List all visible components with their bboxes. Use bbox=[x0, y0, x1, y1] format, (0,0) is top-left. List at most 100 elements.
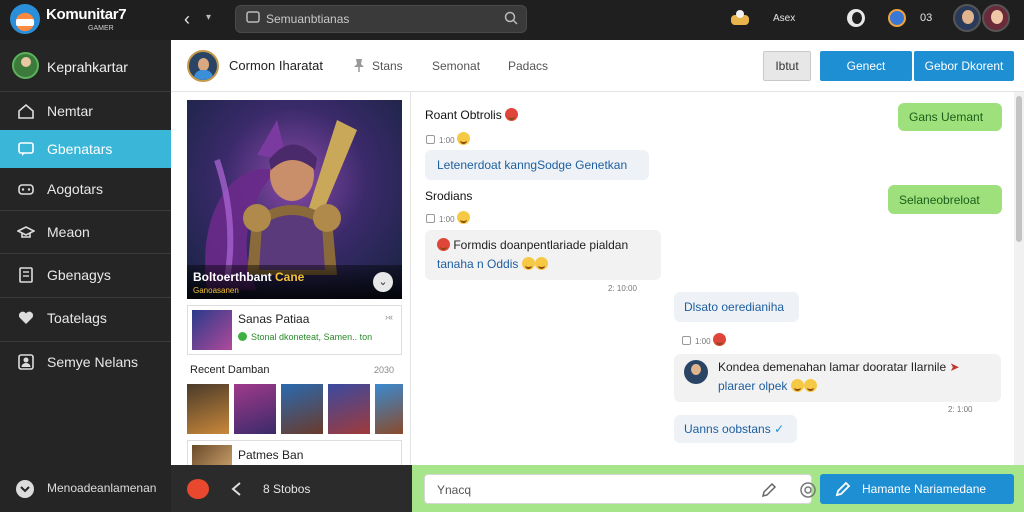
hero-caption: Boltoerthbant Cane Ganoasanen ⌄ bbox=[187, 265, 402, 299]
hat-icon bbox=[17, 226, 35, 238]
pencil-icon[interactable] bbox=[760, 481, 778, 499]
search-input[interactable]: Semuanbtianas bbox=[266, 12, 349, 26]
sidebar-item-label: Toatelags bbox=[47, 310, 107, 326]
back-icon[interactable]: ‹ bbox=[184, 9, 190, 30]
emoji-icon bbox=[456, 211, 470, 224]
emoji-icon bbox=[505, 108, 519, 121]
message-text: Selaneobreloat bbox=[899, 193, 980, 207]
shield-icon[interactable] bbox=[888, 9, 906, 27]
game-thumbnail[interactable] bbox=[187, 384, 229, 434]
user-icon bbox=[18, 354, 34, 370]
emoji-icon bbox=[456, 132, 470, 145]
media-panel: Boltoerthbant Cane Ganoasanen ⌄ Sanas Pa… bbox=[171, 92, 411, 469]
undo-icon[interactable] bbox=[228, 480, 244, 498]
chat-messages: Roant Obtrolis 1:00 Letenerdoat kanngSod… bbox=[412, 92, 1012, 465]
message-meta: 1:00 bbox=[682, 333, 726, 346]
message-bubble[interactable]: Dlsato oeredianiha bbox=[674, 292, 799, 322]
sidebar-item-label: Semye Nelans bbox=[47, 354, 139, 370]
secondary-button[interactable]: Ibtut bbox=[763, 51, 811, 81]
sidebar-item-semye-nelans[interactable]: Semye Nelans bbox=[0, 343, 171, 381]
thumbnail-strip bbox=[187, 384, 405, 434]
brand-name: Komunitar7 bbox=[46, 6, 127, 23]
message-text: tanaha n Oddis bbox=[437, 257, 548, 271]
search-bar[interactable]: Semuanbtianas bbox=[235, 5, 527, 33]
hero-subtitle: Ganoasanen bbox=[193, 286, 239, 295]
sidebar-item-toatelags[interactable]: Toatelags bbox=[0, 299, 171, 337]
heart-icon bbox=[18, 311, 34, 324]
app-logo[interactable] bbox=[10, 4, 40, 34]
sidebar-item-nemtar[interactable]: Nemtar bbox=[0, 92, 171, 130]
sticker-icon[interactable] bbox=[187, 479, 209, 499]
list-icon bbox=[19, 267, 33, 283]
message-sender: Roant Obtrolis bbox=[425, 108, 519, 122]
card-side-label: ›« bbox=[384, 312, 393, 322]
message-text: Gans Uemant bbox=[909, 110, 984, 124]
chat-header: Cormon Iharatat Stans Semonat Padacs Ibt… bbox=[171, 40, 1024, 92]
message-bubble[interactable]: Letenerdoat kanngSodge Genetkan bbox=[425, 150, 649, 180]
game-thumbnail[interactable] bbox=[375, 384, 403, 434]
game-thumbnail[interactable] bbox=[281, 384, 323, 434]
moon-icon[interactable] bbox=[847, 9, 865, 27]
sidebar-item-label: Meaon bbox=[47, 224, 90, 240]
connect-button[interactable]: Genect bbox=[820, 51, 912, 81]
sidebar-item-gbenatars[interactable]: Gbenatars bbox=[0, 130, 171, 168]
clock-icon bbox=[682, 336, 691, 345]
tab-stans[interactable]: Stans bbox=[372, 59, 403, 73]
sidebar-item-gbenagys[interactable]: Gbenagys bbox=[0, 256, 171, 294]
sidebar-item-label: Aogotars bbox=[47, 181, 104, 197]
game-thumbnail[interactable] bbox=[234, 384, 276, 434]
message-meta: 1:00 bbox=[426, 132, 470, 145]
avatar bbox=[12, 52, 39, 79]
sidebar-bottom-link[interactable]: Menoadeanlamenan bbox=[0, 464, 171, 512]
tab-padacs[interactable]: Padacs bbox=[508, 59, 548, 73]
avatar[interactable] bbox=[187, 50, 219, 82]
emoji-icon bbox=[803, 379, 817, 392]
section-title: Recent Damban bbox=[190, 364, 270, 376]
message-text: Formdis doanpentlariade pialdan bbox=[437, 238, 628, 252]
message-bubble[interactable]: Uanns oobstans ✓ bbox=[674, 415, 797, 443]
controller-icon bbox=[18, 184, 34, 195]
chat-scrollbar[interactable] bbox=[1014, 92, 1024, 465]
sidebar-item-label: Nemtar bbox=[47, 103, 93, 119]
primary-action-button[interactable]: Gebor Dkorent bbox=[914, 51, 1014, 81]
sidebar-item-aogotars[interactable]: Aogotars bbox=[0, 170, 171, 208]
game-controller-icon[interactable] bbox=[730, 9, 750, 27]
pin-icon bbox=[354, 59, 364, 72]
avatar[interactable] bbox=[953, 4, 981, 32]
check-icon: ✓ bbox=[774, 422, 785, 436]
topbar-label[interactable]: Asex bbox=[773, 13, 795, 24]
message-bubble[interactable]: Selaneobreloat bbox=[888, 185, 1002, 214]
emoji-picker-icon[interactable] bbox=[799, 481, 817, 499]
message-input[interactable]: Ynacq bbox=[424, 474, 816, 504]
message-timestamp: 2: 10:00 bbox=[608, 284, 637, 293]
avatar[interactable] bbox=[982, 4, 1010, 32]
list-item[interactable]: Sanas Patiaa ›« Stonal dkoneteat, Samen.… bbox=[187, 305, 402, 355]
avatar bbox=[684, 360, 708, 384]
search-icon[interactable] bbox=[504, 11, 518, 25]
message-text: Letenerdoat kanngSodge Genetkan bbox=[437, 158, 628, 172]
emoji-icon bbox=[712, 333, 726, 346]
chevron-down-icon[interactable]: ⌄ bbox=[373, 272, 393, 292]
emoji-icon bbox=[534, 257, 548, 270]
game-thumbnail[interactable] bbox=[328, 384, 370, 434]
message-text: Dlsato oeredianiha bbox=[684, 300, 785, 314]
tab-semonat[interactable]: Semonat bbox=[432, 59, 480, 73]
message-bubble[interactable]: Formdis doanpentlariade pialdan tanaha n… bbox=[425, 230, 661, 280]
scrollbar-thumb[interactable] bbox=[1016, 96, 1022, 242]
search-icon bbox=[246, 11, 260, 23]
list-item[interactable]: Patmes Ban bbox=[187, 440, 402, 469]
chat-title: Cormon Iharatat bbox=[229, 58, 323, 73]
section-count: 2030 bbox=[374, 365, 395, 375]
sidebar-profile[interactable]: Keprahkartar bbox=[0, 46, 171, 88]
message-placeholder: Ynacq bbox=[437, 483, 472, 497]
featured-game-card[interactable]: Boltoerthbant Cane Ganoasanen ⌄ bbox=[187, 100, 402, 299]
chevron-down-icon[interactable]: ▾ bbox=[206, 12, 211, 23]
send-button-label: Hamante Nariamedane bbox=[862, 482, 987, 496]
divider bbox=[0, 210, 171, 211]
message-bubble[interactable]: Gans Uemant bbox=[898, 103, 1002, 131]
message-bubble[interactable]: Kondea demenahan lamar dooratar Ilarnile… bbox=[674, 354, 1001, 402]
divider bbox=[0, 297, 171, 298]
sidebar-item-meaon[interactable]: Meaon bbox=[0, 213, 171, 251]
message-text: plaraer olpek bbox=[718, 379, 817, 393]
send-button[interactable]: Hamante Nariamedane bbox=[820, 474, 1014, 504]
